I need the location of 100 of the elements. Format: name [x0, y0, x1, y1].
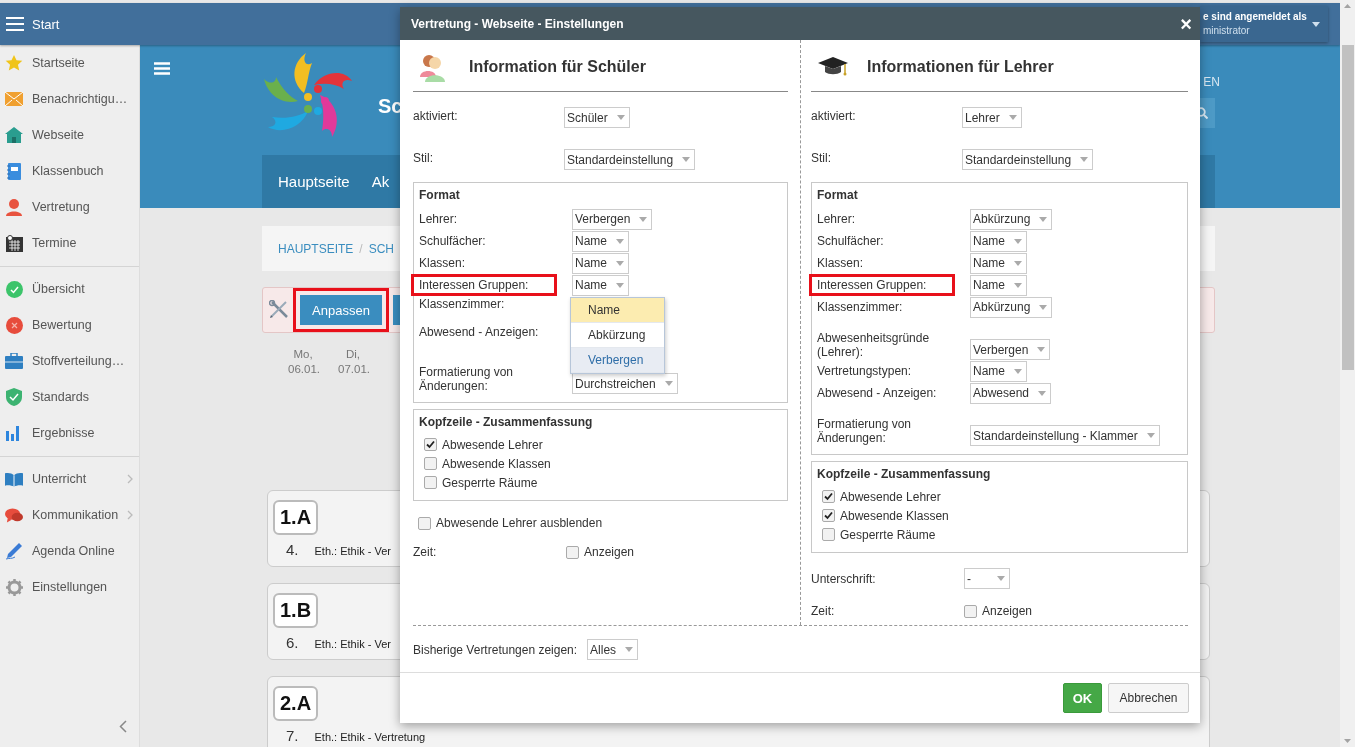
notebook-icon: [7, 162, 21, 180]
sidebar-item[interactable]: Standards: [0, 379, 139, 415]
tools-icon[interactable]: [269, 300, 289, 320]
field-label: Stil:: [413, 150, 434, 165]
panel-title: Format: [419, 188, 461, 202]
gear-icon: [5, 578, 23, 596]
sidebar-item[interactable]: Übersicht: [0, 271, 139, 307]
user-menu[interactable]: e sind angemeldet als ministrator: [1200, 6, 1328, 42]
dropdown[interactable]: Name: [970, 230, 1027, 252]
dropdown[interactable]: Schüler: [564, 107, 630, 128]
check-circle-icon: [5, 280, 23, 298]
caret-icon: [1008, 115, 1017, 120]
sidebar-item[interactable]: Vertretung: [0, 189, 139, 225]
substitution-text: Eth.: Ethik - Ver: [314, 545, 391, 557]
caret-icon: [616, 260, 624, 266]
dropdown[interactable]: Name: [970, 274, 1027, 296]
field-label: Zeit:: [413, 545, 438, 559]
checkbox[interactable]: [424, 457, 437, 470]
chevron-left-icon[interactable]: [119, 720, 127, 733]
customize-button[interactable]: Anpassen: [300, 295, 382, 325]
chat-icon: [5, 506, 23, 524]
dropdown-option[interactable]: Name: [571, 297, 664, 323]
sidebar-item[interactable]: Ergebnisse: [0, 415, 139, 451]
field-label: Klassenzimmer:: [418, 296, 506, 313]
dialog-title: Vertretung - Webseite - Einstellungen: [411, 16, 624, 31]
sidebar-item[interactable]: Kommunikation: [0, 497, 139, 533]
pen-icon: [5, 542, 23, 560]
nav-link[interactable]: Ak: [371, 173, 390, 190]
caret-icon: [1037, 347, 1046, 352]
dropdown[interactable]: Verbergen: [970, 339, 1051, 360]
checkbox[interactable]: [822, 528, 835, 541]
dropdown[interactable]: Name: [572, 252, 629, 274]
field-label: aktiviert:: [413, 108, 459, 123]
nav-link[interactable]: Hauptseite: [278, 173, 350, 190]
checkbox[interactable]: [418, 516, 431, 530]
checkbox[interactable]: [424, 476, 437, 489]
sidebar-item[interactable]: Webseite: [0, 117, 139, 153]
class-badge: 1.B: [273, 593, 319, 628]
checkbox[interactable]: [822, 509, 835, 522]
sidebar-item[interactable]: Termine: [0, 225, 139, 261]
checkbox[interactable]: [424, 438, 437, 451]
menu-icon[interactable]: [154, 62, 170, 75]
envelope-icon: [5, 92, 23, 106]
checkbox[interactable]: [964, 604, 977, 618]
shield-icon: [6, 388, 22, 406]
checkbox-label: Gesperrte Räume: [840, 527, 936, 542]
field-label: Schulfächer:: [816, 233, 885, 250]
dropdown-option[interactable]: Abkürzung: [571, 322, 664, 348]
dropdown[interactable]: Name: [572, 274, 629, 296]
dropdown[interactable]: Durchstreichen: [572, 373, 678, 394]
sidebar-item[interactable]: Benachrichtigu…: [0, 81, 139, 117]
field-label: Lehrer:: [816, 211, 857, 228]
field-label: Abwesend - Anzeigen:: [418, 324, 540, 341]
checkbox-label: Anzeigen: [982, 604, 1033, 618]
sidebar-item[interactable]: Agenda Online: [0, 533, 139, 569]
sidebar-item[interactable]: Startseite: [0, 45, 139, 81]
lesson-number: 7.: [286, 727, 299, 744]
checkbox[interactable]: [822, 490, 835, 503]
sidebar-item[interactable]: Einstellungen: [0, 569, 139, 605]
dropdown[interactable]: Alles: [587, 639, 639, 660]
sidebar-item[interactable]: Unterricht: [0, 461, 139, 497]
class-badge: 2.A: [273, 686, 319, 721]
dropdown[interactable]: Standardeinstellung - Klammer: [970, 425, 1160, 446]
sidebar-item[interactable]: Bewertung: [0, 307, 139, 343]
dropdown[interactable]: Name: [970, 360, 1027, 382]
dropdown[interactable]: Name: [970, 252, 1027, 274]
field-label: Zeit:: [811, 604, 836, 618]
dropdown[interactable]: Standardeinstellung: [962, 149, 1094, 170]
dropdown[interactable]: Lehrer: [962, 107, 1022, 128]
field-label: Klassenzimmer:: [816, 299, 904, 316]
class-badge: 1.A: [273, 500, 319, 535]
dropdown[interactable]: Name: [572, 230, 629, 252]
menu-icon[interactable]: [6, 17, 24, 31]
dropdown[interactable]: Verbergen: [572, 208, 653, 230]
field-label: Formatierung von Änderungen:: [816, 416, 913, 447]
dropdown[interactable]: Abkürzung: [970, 208, 1053, 230]
close-button[interactable]: ×: [1180, 13, 1192, 34]
scrollbar[interactable]: [1340, 0, 1355, 747]
dropdown[interactable]: Abwesend: [970, 382, 1052, 404]
field-label: Bisherige Vertretungen zeigen:: [413, 642, 578, 657]
cancel-button[interactable]: Abbrechen: [1108, 683, 1189, 713]
caret-icon: [664, 381, 673, 386]
dropdown[interactable]: Abkürzung: [970, 296, 1053, 318]
caret-icon: [1039, 216, 1048, 222]
checkbox[interactable]: [566, 545, 579, 559]
breadcrumb-separator: /: [359, 241, 363, 256]
field-label: Schulfächer:: [418, 233, 487, 250]
caret-icon: [1014, 368, 1022, 374]
dropdown[interactable]: -: [964, 568, 1010, 589]
dropdown-option[interactable]: Verbergen: [571, 347, 664, 373]
section-heading: Informationen für Lehrer: [867, 58, 1054, 76]
field-label: Klassen:: [418, 255, 467, 272]
rating-icon: [5, 316, 23, 334]
sidebar-item[interactable]: Klassenbuch: [0, 153, 139, 189]
caret-icon: [1014, 260, 1022, 266]
calendar-icon: [5, 234, 23, 252]
dropdown[interactable]: Standardeinstellung: [564, 149, 696, 170]
caret-icon: [625, 647, 634, 652]
checkbox-label: Abwesende Lehrer: [840, 489, 941, 504]
sidebar-item[interactable]: Stoffverteilung…: [0, 343, 139, 379]
